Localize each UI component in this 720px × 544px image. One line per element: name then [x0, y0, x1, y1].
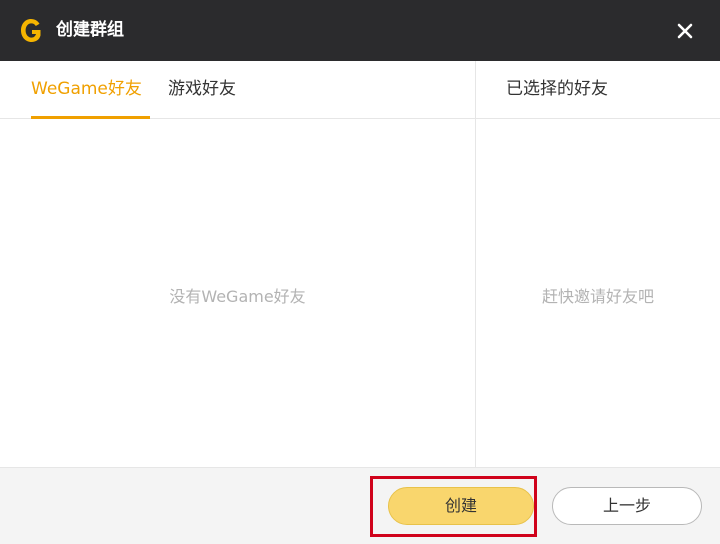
tab-game-friends[interactable]: 游戏好友: [168, 78, 236, 100]
selected-friends-title: 已选择的好友: [506, 79, 608, 99]
friends-empty-message: 没有WeGame好友: [169, 287, 306, 306]
create-group-dialog: 创建群组 WeGame好友 游戏好友 已选择的好友 没有WeGame好友 赶快邀…: [0, 0, 720, 544]
wegame-logo-icon: [21, 19, 41, 42]
friends-list-panel: 没有WeGame好友: [0, 120, 475, 467]
previous-step-button[interactable]: 上一步: [552, 487, 702, 525]
dialog-title: 创建群组: [56, 20, 124, 40]
selected-friends-panel: 赶快邀请好友吧: [476, 120, 720, 467]
selected-friends-header: 已选择的好友: [476, 61, 720, 119]
friend-source-tabs: WeGame好友 游戏好友: [0, 61, 475, 119]
title-bar: 创建群组: [0, 0, 720, 61]
create-button[interactable]: 创建: [388, 487, 534, 525]
tab-wegame-friends[interactable]: WeGame好友: [31, 78, 142, 100]
selected-empty-message: 赶快邀请好友吧: [541, 287, 654, 306]
active-tab-indicator: [31, 116, 150, 119]
close-icon[interactable]: [673, 19, 697, 43]
dialog-footer: 创建 上一步: [0, 467, 720, 544]
